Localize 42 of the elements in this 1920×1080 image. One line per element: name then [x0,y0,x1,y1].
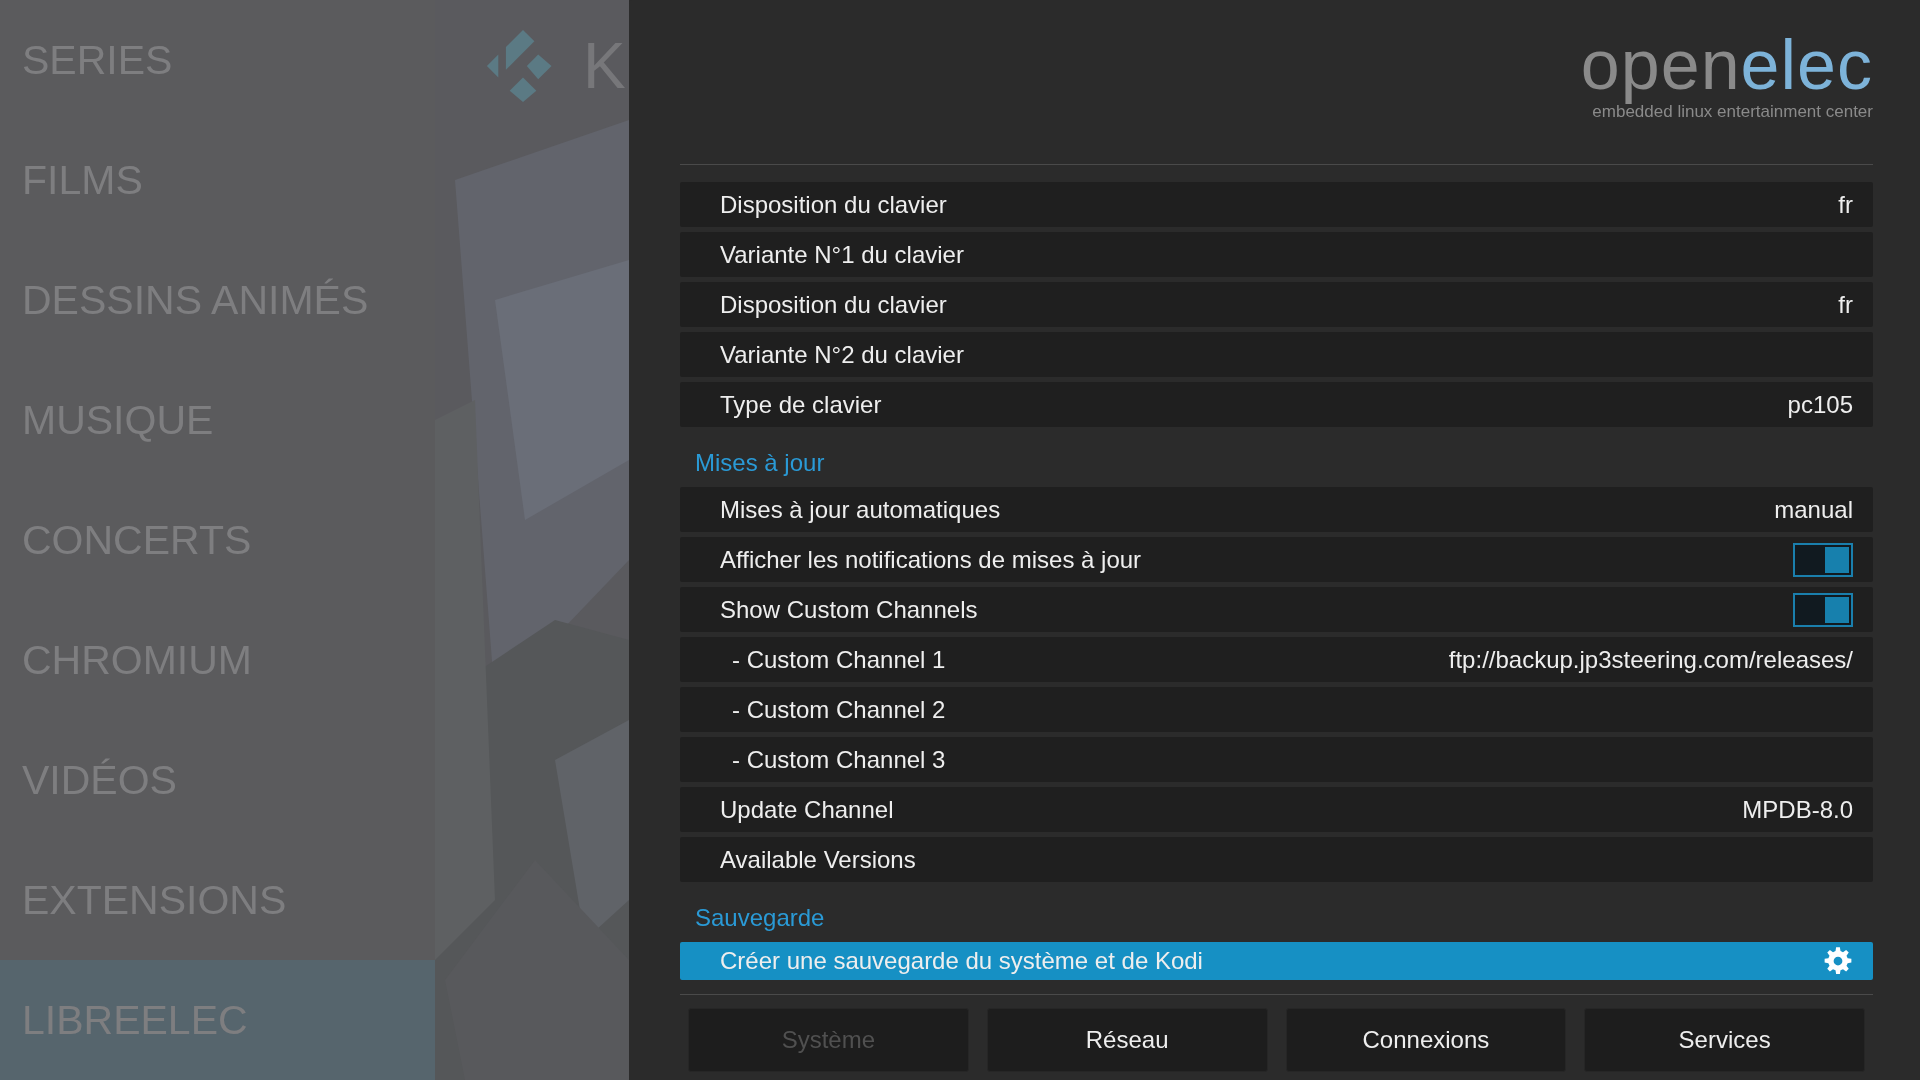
setting-label: Afficher les notifications de mises à jour [720,545,1143,574]
setting-label: - Custom Channel 3 [731,745,947,774]
setting-row[interactable]: - Custom Channel 3 [680,737,1873,782]
setting-label: - Custom Channel 2 [731,695,947,724]
setting-row[interactable]: Available Versions [680,837,1873,882]
setting-row[interactable]: - Custom Channel 2 [680,687,1873,732]
setting-value: fr [1838,290,1853,319]
setting-label: Show Custom Channels [720,595,979,624]
setting-row[interactable]: Variante N°2 du clavier [680,332,1873,377]
setting-row[interactable]: - Custom Channel 1 ftp://backup.jp3steering.com/releases/ [680,637,1873,682]
category-button[interactable]: Connexions [1285,1008,1567,1072]
setting-label: Variante N°1 du clavier [720,240,965,269]
toggle-switch[interactable] [1793,542,1853,577]
section-heading: Mises à jour [694,448,826,478]
setting-label: Update Channel [720,795,895,824]
setting-row[interactable]: Update Channel MPDB-8.0 [680,787,1873,832]
setting-label: Variante N°2 du clavier [720,340,965,369]
toggle-switch[interactable] [1793,592,1853,627]
setting-value: ftp://backup.jp3steering.com/releases/ [1448,645,1853,674]
settings-icon [1823,946,1853,976]
section-heading: Sauvegarde [694,903,826,933]
setting-label: Type de clavier [720,390,883,419]
setting-row[interactable]: Type de clavier pc105 [680,382,1873,427]
setting-label: Available Versions [720,845,917,874]
category-button[interactable]: Services [1584,1008,1865,1072]
logo-text: elec [1740,30,1873,100]
setting-value: manual [1774,495,1853,524]
setting-label: Créer une sauvegarde du système et de Kodi [720,947,1204,975]
setting-row[interactable]: Disposition du clavier fr [680,182,1873,227]
setting-value: fr [1838,190,1853,219]
setting-value: pc105 [1787,390,1853,419]
setting-label: - Custom Channel 1 [731,645,947,674]
category-button[interactable]: Réseau [986,1008,1268,1072]
setting-label: Disposition du clavier [720,290,948,319]
setting-row[interactable]: Show Custom Channels [680,587,1873,632]
setting-row[interactable]: Disposition du clavier fr [680,282,1873,327]
setting-row[interactable]: Variante N°1 du clavier [680,232,1873,277]
setting-label: Disposition du clavier [720,190,948,219]
setting-label: Mises à jour automatiques [720,495,1002,524]
setting-row[interactable]: Mises à jour automatiques manual [680,487,1873,532]
setting-value: MPDB-8.0 [1742,795,1853,824]
setting-row[interactable]: Afficher les notifications de mises à jour [680,537,1873,582]
